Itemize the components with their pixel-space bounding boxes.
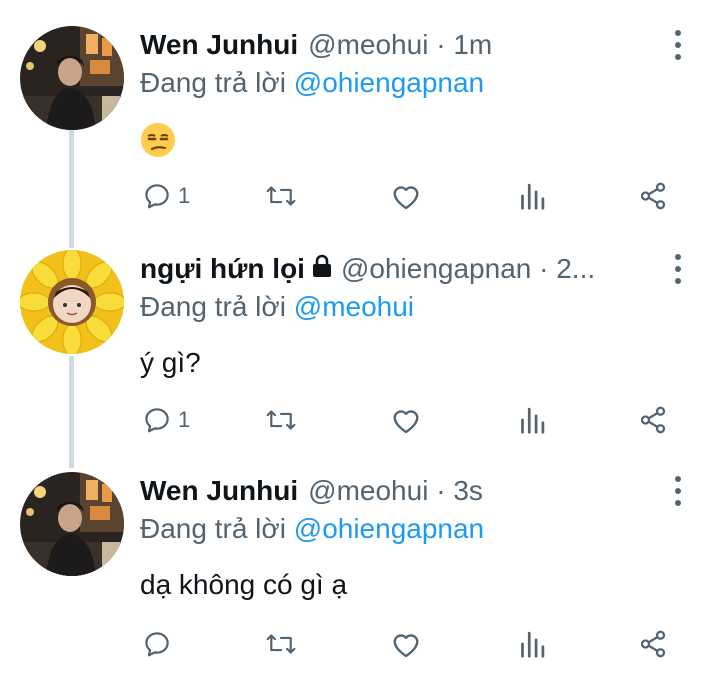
retweet-icon <box>266 634 296 654</box>
display-name[interactable]: ngựi hứn lọi <box>140 252 305 286</box>
views-button[interactable] <box>518 400 546 440</box>
reply-icon <box>145 184 169 209</box>
retweet-icon <box>266 410 296 430</box>
avatar[interactable] <box>20 250 124 354</box>
replying-label: Đang trả lời <box>140 291 286 322</box>
share-icon <box>640 406 666 434</box>
tweet[interactable]: Wen Junhui @meohui · 3s Đang trả lời @oh… <box>0 472 720 672</box>
tweet-text: ý gì? <box>140 347 201 378</box>
unamused-face-icon <box>140 122 176 166</box>
views-icon <box>521 183 545 210</box>
tweet-actions: 1 <box>140 400 680 440</box>
reply-button[interactable] <box>142 624 178 664</box>
like-button[interactable] <box>390 624 422 664</box>
retweet-icon <box>266 186 296 206</box>
like-button[interactable] <box>390 176 422 216</box>
views-button[interactable] <box>518 176 546 216</box>
display-name[interactable]: Wen Junhui <box>140 474 298 508</box>
tweet[interactable]: ngựi hứn lọi @ohiengapnan · 2... Đang tr… <box>0 250 720 450</box>
retweet-button[interactable] <box>264 176 298 216</box>
display-name[interactable]: Wen Junhui <box>140 28 298 62</box>
replying-to: Đang trả lời @ohiengapnan <box>140 512 484 546</box>
avatar[interactable] <box>20 472 124 576</box>
reply-count: 1 <box>178 407 191 432</box>
reply-icon <box>145 632 169 657</box>
more-icon[interactable] <box>670 254 686 284</box>
timestamp[interactable]: 3s <box>453 475 483 506</box>
tweet-text: dạ không có gì ạ <box>140 569 348 600</box>
tweet[interactable]: Wen Junhui @meohui · 1m Đang trả lời @oh… <box>0 26 720 226</box>
retweet-button[interactable] <box>264 400 298 440</box>
share-icon <box>640 630 666 658</box>
more-icon[interactable] <box>670 30 686 60</box>
lock-icon <box>311 252 333 286</box>
like-icon <box>393 186 419 210</box>
like-button[interactable] <box>390 400 422 440</box>
handle[interactable]: @ohiengapnan · 2... <box>341 252 595 286</box>
mention-link[interactable]: @ohiengapnan <box>294 513 484 544</box>
replying-label: Đang trả lời <box>140 513 286 544</box>
avatar[interactable] <box>20 26 124 130</box>
reply-count: 1 <box>178 183 191 208</box>
tweet-actions: 1 <box>140 176 680 216</box>
tweet-actions <box>140 624 680 664</box>
handle[interactable]: @meohui <box>308 475 428 506</box>
more-icon[interactable] <box>670 476 686 506</box>
tweet-header: ngựi hứn lọi @ohiengapnan · 2... <box>140 252 660 286</box>
handle-time: @meohui · 1m <box>308 29 493 60</box>
replying-to: Đang trả lời @ohiengapnan <box>140 66 484 100</box>
views-icon <box>521 631 545 658</box>
reply-icon <box>145 408 169 433</box>
mention-link[interactable]: @ohiengapnan <box>294 67 484 98</box>
tweet-header: Wen Junhui @meohui · 3s <box>140 474 660 508</box>
share-button[interactable] <box>638 400 668 440</box>
timestamp[interactable]: 1m <box>453 29 492 60</box>
views-button[interactable] <box>518 624 546 664</box>
replying-to: Đang trả lời @meohui <box>140 290 414 324</box>
like-icon <box>393 634 419 658</box>
share-icon <box>640 182 666 210</box>
handle-time: @meohui · 3s <box>308 475 483 506</box>
reply-button[interactable]: 1 <box>142 176 190 216</box>
reply-button[interactable]: 1 <box>142 400 190 440</box>
like-icon <box>393 410 419 434</box>
share-button[interactable] <box>638 176 668 216</box>
retweet-button[interactable] <box>264 624 298 664</box>
replying-label: Đang trả lời <box>140 67 286 98</box>
share-button[interactable] <box>638 624 668 664</box>
handle[interactable]: @meohui <box>308 29 428 60</box>
views-icon <box>521 407 545 434</box>
tweet-header: Wen Junhui @meohui · 1m <box>140 28 660 62</box>
tweet-text <box>140 122 176 166</box>
mention-link[interactable]: @meohui <box>294 291 414 322</box>
